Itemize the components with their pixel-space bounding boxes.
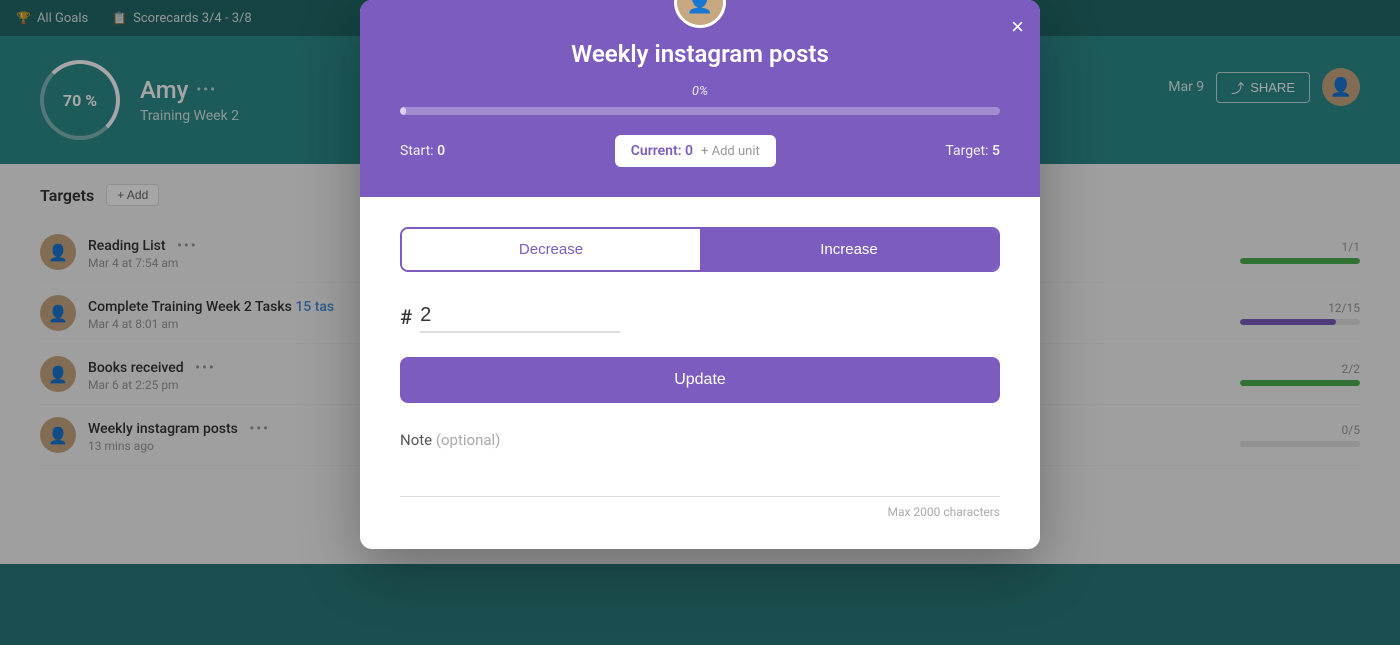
modal-header: 👤 × Weekly instagram posts 0% Start: 0 C…: [360, 0, 1040, 197]
modal: 👤 × Weekly instagram posts 0% Start: 0 C…: [360, 0, 1040, 549]
note-max-chars: Max 2000 characters: [400, 505, 1000, 519]
modal-progress-bar: [400, 107, 1000, 115]
add-unit-button[interactable]: + Add unit: [701, 144, 760, 159]
number-input-row: #: [400, 300, 1000, 333]
note-section: Note (optional) Max 2000 characters: [400, 431, 1000, 519]
modal-close-button[interactable]: ×: [1011, 16, 1024, 38]
increase-button[interactable]: Increase: [700, 229, 998, 270]
number-input[interactable]: [420, 300, 620, 333]
note-textarea[interactable]: [400, 457, 1000, 497]
modal-progress-percent: 0%: [400, 84, 1000, 99]
modal-metrics: Start: 0 Current: 0 + Add unit Target: 5: [400, 135, 1000, 167]
note-optional: (optional): [436, 431, 501, 449]
modal-body: Decrease Increase # Update Note (optiona…: [360, 197, 1040, 549]
modal-progress-fill: [400, 107, 406, 115]
decrease-button[interactable]: Decrease: [402, 229, 700, 270]
hash-label: #: [400, 305, 412, 329]
target-metric: Target: 5: [945, 143, 1000, 159]
note-label: Note (optional): [400, 431, 1000, 449]
modal-avatar: 👤: [674, 0, 726, 28]
current-label: Current: 0: [631, 143, 693, 159]
start-metric: Start: 0: [400, 143, 445, 159]
modal-title: Weekly instagram posts: [400, 40, 1000, 68]
update-button[interactable]: Update: [400, 357, 1000, 403]
current-input-wrap[interactable]: Current: 0 + Add unit: [615, 135, 776, 167]
toggle-group: Decrease Increase: [400, 227, 1000, 272]
